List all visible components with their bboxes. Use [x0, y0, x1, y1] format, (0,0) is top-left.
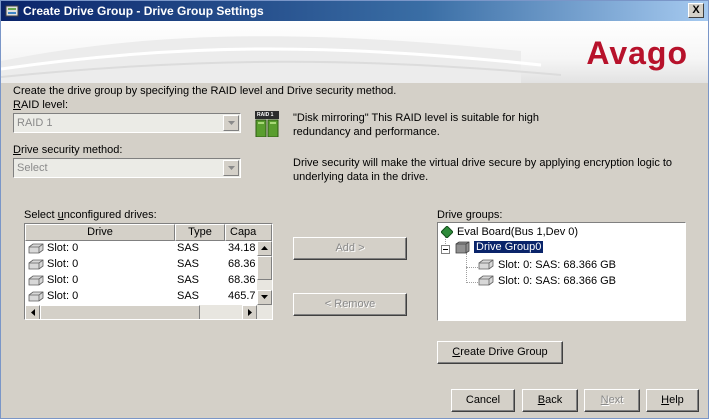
list-header: Drive Type Capa: [25, 224, 272, 241]
drive-cell: Slot: 0: [47, 290, 79, 302]
drive-cell: Slot: 0: [47, 242, 79, 254]
next-button[interactable]: Next: [584, 389, 640, 412]
drive-groups-tree[interactable]: Eval Board(Bus 1,Dev 0) Drive Group0 Slo…: [437, 222, 686, 321]
table-row[interactable]: Slot: 0 SAS 68.36: [25, 257, 257, 273]
type-cell: SAS: [177, 258, 200, 270]
intro-text: Create the drive group by specifying the…: [13, 85, 397, 97]
scroll-up-button[interactable]: [257, 241, 272, 256]
chevron-down-icon: [228, 121, 235, 125]
disk-drive-icon: [28, 291, 44, 302]
avago-logo: Avago: [586, 35, 688, 71]
capacity-cell: 68.36: [228, 274, 256, 286]
drive-group-icon: [455, 241, 470, 254]
back-button[interactable]: Back: [522, 389, 578, 412]
drive-security-description: Drive security will make the virtual dri…: [293, 157, 673, 183]
arrow-right-icon: [248, 309, 252, 316]
drive-security-select[interactable]: Select: [13, 158, 241, 178]
unconfigured-drives-label: Select unconfigured drives:: [24, 209, 157, 221]
drive-security-value: Select: [17, 162, 48, 174]
window-title: Create Drive Group - Drive Group Setting…: [23, 4, 264, 18]
capacity-cell: 68.36: [228, 258, 256, 270]
disk-drive-icon: [28, 243, 44, 254]
horizontal-scrollbar[interactable]: [25, 305, 272, 319]
drive-cell: Slot: 0: [47, 274, 79, 286]
drive-groups-label: Drive groups:: [437, 209, 503, 221]
raid-level-label: RAID level:: [13, 99, 69, 111]
dialog-window: Create Drive Group - Drive Group Setting…: [0, 0, 709, 419]
tree-connector: [466, 267, 478, 268]
table-row[interactable]: Slot: 0 SAS 34.18: [25, 241, 257, 257]
scroll-left-button[interactable]: [25, 305, 40, 319]
title-bar[interactable]: Create Drive Group - Drive Group Setting…: [1, 1, 708, 21]
type-cell: SAS: [177, 290, 200, 302]
tree-node-drive-group-label: Drive Group0: [472, 240, 545, 254]
tree-node-member-label: Slot: 0: SAS: 68.366 GB: [498, 259, 617, 271]
arrow-up-icon: [261, 246, 268, 250]
raid-level-description: "Disk mirroring" This RAID level is suit…: [293, 112, 540, 138]
arrow-down-icon: [261, 295, 268, 299]
tree-connector: [466, 253, 467, 283]
table-row[interactable]: Slot: 0 SAS 68.36: [25, 273, 257, 289]
capacity-cell: 34.18: [228, 242, 256, 254]
drive-security-label: Drive security method:: [13, 144, 123, 156]
controller-diamond-icon: [441, 226, 453, 238]
vertical-scroll-thumb[interactable]: [257, 256, 272, 280]
disk-drive-icon: [478, 259, 494, 270]
table-row[interactable]: Slot: 0 SAS 465.7: [25, 289, 257, 305]
vertical-scrollbar[interactable]: [257, 241, 272, 305]
remove-button[interactable]: < Remove: [293, 293, 407, 316]
cancel-button[interactable]: Cancel: [451, 389, 515, 412]
raid-level-dropdown-button[interactable]: [223, 115, 239, 131]
capacity-cell: 465.7: [228, 290, 256, 302]
column-header-capacity[interactable]: Capa: [225, 224, 272, 241]
disk-drive-icon: [28, 275, 44, 286]
close-button[interactable]: X: [688, 3, 704, 18]
create-drive-group-button[interactable]: Create Drive Group: [437, 341, 563, 364]
drive-security-dropdown-button[interactable]: [223, 160, 239, 176]
horizontal-scroll-thumb[interactable]: [40, 305, 200, 319]
drive-cell: Slot: 0: [47, 258, 79, 270]
chevron-down-icon: [228, 166, 235, 170]
type-cell: SAS: [177, 274, 200, 286]
column-header-drive[interactable]: Drive: [25, 224, 175, 241]
arrow-left-icon: [31, 309, 35, 316]
collapse-toggle-icon[interactable]: [441, 245, 450, 254]
app-icon: [5, 5, 19, 17]
column-header-type[interactable]: Type: [175, 224, 225, 241]
disk-drive-icon: [478, 275, 494, 286]
scroll-down-button[interactable]: [257, 290, 272, 305]
tree-connector: [466, 282, 478, 283]
tree-node-controller-label: Eval Board(Bus 1,Dev 0): [457, 226, 579, 238]
add-button[interactable]: Add >: [293, 237, 407, 260]
header-banner: Avago: [1, 21, 708, 83]
raid-level-value: RAID 1: [17, 117, 53, 129]
scroll-right-button[interactable]: [242, 305, 257, 319]
help-button[interactable]: Help: [646, 389, 699, 412]
tree-node-member-label: Slot: 0: SAS: 68.366 GB: [498, 275, 617, 287]
raid-icon-label: RAID 1: [257, 112, 274, 118]
type-cell: SAS: [177, 242, 200, 254]
disk-drive-icon: [28, 259, 44, 270]
raid-level-select[interactable]: RAID 1: [13, 113, 241, 133]
unconfigured-drives-list[interactable]: Drive Type Capa Slot: 0 SAS 34.18 Slot: …: [24, 223, 273, 320]
